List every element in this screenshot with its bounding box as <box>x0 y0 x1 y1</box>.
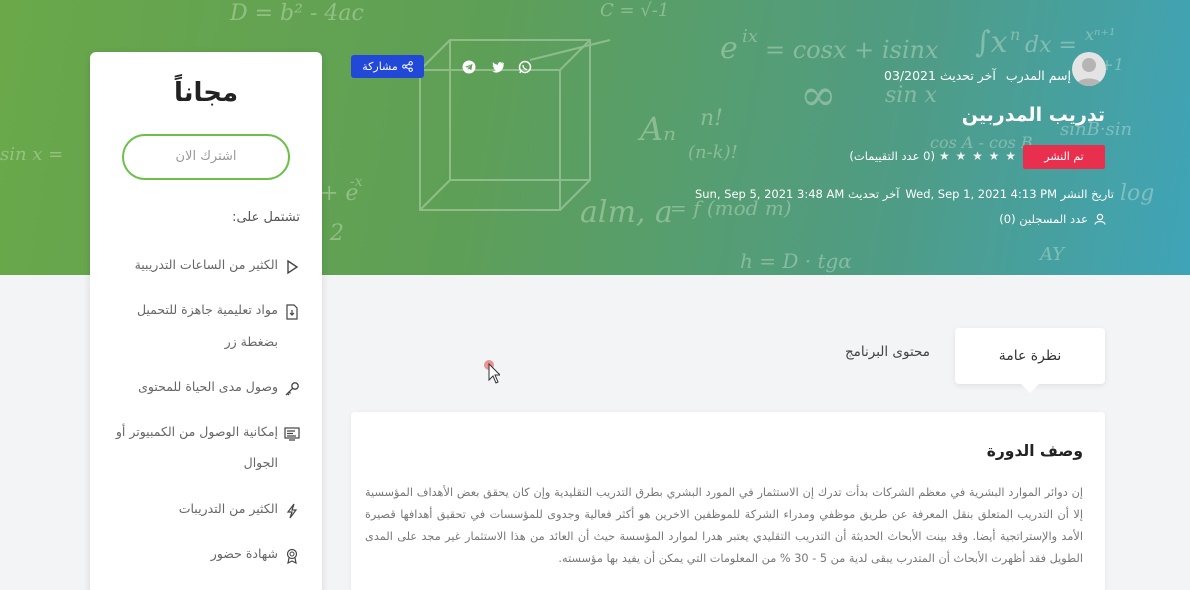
svg-text:dx =: dx = <box>1025 33 1077 58</box>
feature-item: شهادة حضور <box>112 538 300 569</box>
svg-text:∞: ∞ <box>800 70 837 121</box>
svg-text:Aₙ: Aₙ <box>637 110 676 148</box>
svg-text:n: n <box>1010 25 1020 44</box>
feature-item: الكثير من الساعات التدريبية <box>112 249 300 280</box>
status-badge: تم النشر <box>1023 145 1105 169</box>
feature-label: وصول مدى الحياة للمحتوى <box>138 378 278 394</box>
twitter-icon[interactable] <box>491 60 505 74</box>
svg-text:h = D · tgα: h = D · tgα <box>740 249 852 273</box>
rating: ★ ★ ★ ★ ★ (0 عدد التقييمات) <box>822 149 1017 163</box>
rating-count: (0 عدد التقييمات) <box>849 149 935 163</box>
tab-program-content[interactable]: محتوى البرنامج <box>780 344 930 360</box>
share-label: مشاركة <box>362 60 398 73</box>
mouse-cursor-icon <box>484 360 500 384</box>
pricing-card: مجاناً اشترك الان تشتمل على: الكثير من ا… <box>90 52 322 590</box>
description-title: وصف الدورة <box>986 442 1083 460</box>
course-title: تدريب المدربين <box>961 104 1105 126</box>
rating-stars-icon: ★ ★ ★ ★ ★ <box>938 149 1017 163</box>
feature-label: الكثير من الساعات التدريبية <box>134 257 278 272</box>
svg-text:sin x =: sin x = <box>0 144 63 165</box>
svg-text:C = √-1: C = √-1 <box>600 0 669 21</box>
svg-text:∫x: ∫x <box>975 25 1008 60</box>
play-icon <box>287 259 299 275</box>
user-outline-icon <box>1094 213 1106 225</box>
registered-text: عدد المسجلين (0) <box>999 212 1088 226</box>
feature-label: إمكانية الوصول من الكمبيوتر أو الجوال <box>115 424 278 471</box>
feature-item: وصول مدى الحياة للمحتوى <box>112 371 300 402</box>
svg-text:n!: n! <box>700 106 723 131</box>
share-button[interactable]: مشاركة <box>351 55 424 78</box>
includes-label: تشتمل على: <box>232 210 300 225</box>
feature-label: الكثير من التدريبات <box>178 500 278 516</box>
whatsapp-icon[interactable] <box>518 60 532 74</box>
key-icon <box>285 381 299 396</box>
feature-item: مواد تعليمية جاهزة للتحميل بضغطة زر <box>112 294 300 357</box>
trainer-avatar[interactable] <box>1072 52 1106 86</box>
feature-label: مواد تعليمية جاهزة للتحميل بضغطة زر <box>136 302 278 349</box>
lightning-icon <box>286 503 298 518</box>
svg-text:xⁿ⁺¹: xⁿ⁺¹ <box>1085 25 1115 44</box>
last-update-month: آخر تحديث 03/2021 <box>884 68 996 83</box>
share-icon <box>401 61 413 72</box>
subscribe-button[interactable]: اشترك الان <box>122 134 290 180</box>
course-dates: تاريخ النشر Wed, Sep 1, 2021 4:13 PM آخر… <box>694 187 1114 201</box>
registered-count: عدد المسجلين (0) <box>900 212 1106 226</box>
svg-text:alm, a: alm, a <box>580 195 673 230</box>
feature-item: إمكانية الوصول من الكمبيوتر أو الجوال <box>112 416 300 479</box>
download-file-icon <box>286 304 298 320</box>
svg-text:2: 2 <box>329 221 344 246</box>
svg-text:= cosx + isinx: = cosx + isinx <box>765 36 939 64</box>
course-description-card: وصف الدورة إن دوائر الموارد البشرية في م… <box>351 412 1105 590</box>
active-tab-pointer <box>1021 384 1039 393</box>
updated-date: آخر تحديث Sun, Sep 5, 2021 3:48 AM <box>694 187 900 201</box>
publish-date: تاريخ النشر Wed, Sep 1, 2021 4:13 PM <box>905 187 1114 201</box>
svg-text:log: log <box>1120 181 1154 206</box>
description-text: إن دوائر الموارد البشرية في معظم الشركات… <box>365 486 1083 565</box>
svg-text:-x: -x <box>350 174 363 190</box>
price-title: مجاناً <box>173 78 239 108</box>
certificate-icon <box>286 548 298 564</box>
tab-overview[interactable]: نظرة عامة <box>955 328 1105 384</box>
svg-text:AY: AY <box>1038 244 1066 265</box>
svg-text:(n-k)!: (n-k)! <box>688 142 738 163</box>
user-icon <box>1076 58 1102 86</box>
devices-icon <box>284 427 300 441</box>
telegram-icon[interactable] <box>462 60 476 74</box>
svg-text:e: e <box>720 31 738 66</box>
trainer-line: إسم المدرب آخر تحديث 03/2021 <box>855 68 1071 83</box>
trainer-name[interactable]: إسم المدرب <box>1006 68 1071 83</box>
feature-label: شهادة حضور <box>210 545 278 561</box>
feature-item: الكثير من التدريبات <box>112 493 300 524</box>
svg-text:ix: ix <box>742 26 758 47</box>
svg-text:D = b² - 4ac: D = b² - 4ac <box>229 1 364 26</box>
